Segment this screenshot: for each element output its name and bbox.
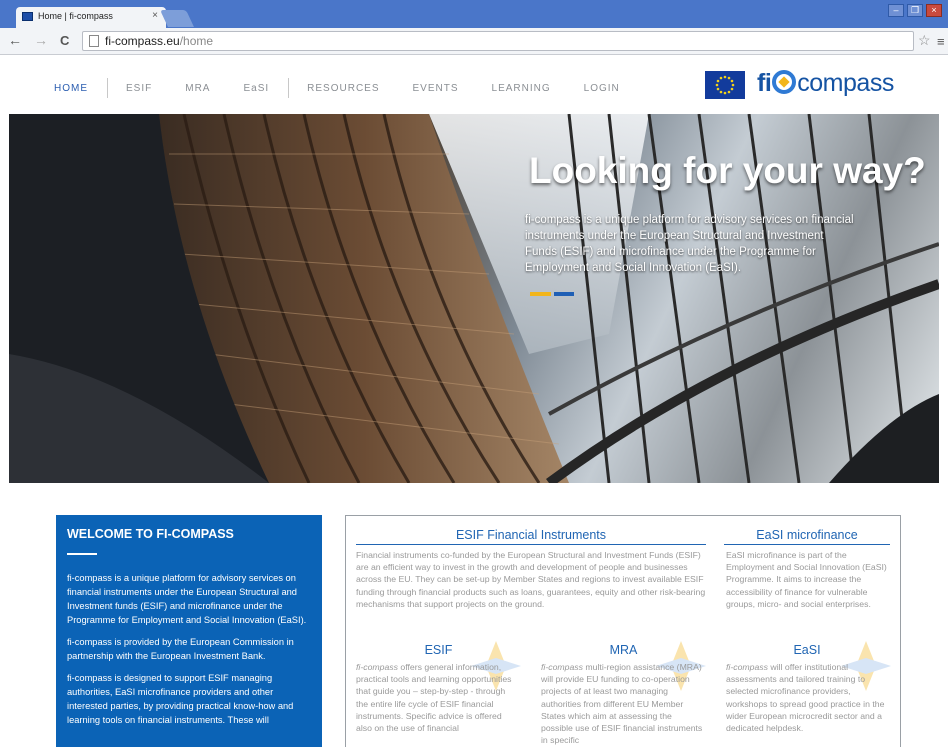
window-controls: – ❐ ×: [888, 4, 942, 17]
address-bar[interactable]: fi-compass.eu/home: [82, 31, 914, 51]
tab-title: Home | fi-compass: [38, 11, 113, 21]
easi-brand: fi-compass: [726, 662, 768, 672]
eu-flag-icon: [705, 71, 745, 99]
mra-text: fi-compass multi-region assistance (MRA)…: [541, 661, 706, 746]
browser-tab-strip: Home | fi-compass × – ❐ ×: [0, 0, 948, 28]
close-window-button[interactable]: ×: [926, 4, 942, 17]
easi-microfinance-title[interactable]: EaSI microfinance: [724, 528, 890, 542]
accent-blue: [553, 292, 574, 296]
url-path: /home: [179, 34, 214, 48]
hero-accent-bar: [530, 292, 574, 296]
browser-tab[interactable]: Home | fi-compass ×: [16, 7, 166, 28]
mra-title[interactable]: MRA: [541, 643, 706, 657]
esif-brand: fi-compass: [356, 662, 398, 672]
back-arrow-icon[interactable]: ←: [8, 32, 22, 48]
hero-title: Looking for your way?: [529, 150, 926, 191]
site-header: HOME ESIF MRA EaSI RESOURCES EVENTS LEAR…: [0, 55, 948, 114]
welcome-paragraph: fi-compass is designed to support ESIF m…: [67, 673, 294, 725]
esif-fi-title[interactable]: ESIF Financial Instruments: [356, 528, 706, 542]
url-host: fi-compass.eu: [105, 34, 180, 48]
tab-close-icon[interactable]: ×: [152, 10, 158, 21]
mra-body: multi-region assistance (MRA) will provi…: [541, 662, 703, 746]
nav-resources[interactable]: RESOURCES: [307, 83, 379, 94]
easi-title[interactable]: EaSI: [724, 643, 890, 657]
maximize-button[interactable]: ❐: [907, 4, 923, 17]
nav-login[interactable]: LOGIN: [584, 83, 620, 94]
nav-learning[interactable]: LEARNING: [492, 83, 551, 94]
nav-divider: [107, 78, 108, 98]
esif-text: fi-compass offers general information, p…: [356, 661, 516, 734]
reload-icon[interactable]: C: [60, 33, 69, 48]
easi-body: will offer institutional assessments and…: [726, 662, 885, 734]
nav-divider: [288, 78, 290, 98]
hero-banner: Looking for your way? fi-compass is a un…: [9, 114, 939, 483]
nav-home[interactable]: HOME: [54, 83, 88, 94]
page-icon: [89, 35, 99, 47]
compass-icon: [772, 70, 797, 94]
browser-toolbar: ← → C fi-compass.eu/home ☆ ≡: [0, 28, 948, 55]
logo-prefix: fi: [757, 69, 772, 97]
welcome-box: WELCOME TO FI-COMPASS fi-compass is a un…: [56, 515, 322, 747]
easi-microfinance-rule: [724, 544, 890, 545]
main-navigation: HOME ESIF MRA EaSI RESOURCES EVENTS LEAR…: [54, 78, 653, 98]
esif-fi-rule: [356, 544, 706, 545]
easi-microfinance-text: EaSI microfinance is part of the Employm…: [726, 550, 887, 609]
esif-body: offers general information, practical to…: [356, 662, 512, 734]
nav-esif[interactable]: ESIF: [126, 83, 152, 94]
bookmark-star-icon[interactable]: ☆: [918, 32, 931, 49]
nav-mra[interactable]: MRA: [185, 83, 210, 94]
mra-brand: fi-compass: [541, 662, 583, 672]
forward-arrow-icon[interactable]: →: [34, 32, 48, 48]
minimize-button[interactable]: –: [888, 4, 904, 17]
esif-fi-text: Financial instruments co-funded by the E…: [356, 550, 706, 609]
fi-compass-logo[interactable]: fi compass: [757, 69, 894, 98]
logo-suffix: compass: [797, 69, 894, 97]
site-favicon-icon: [22, 12, 33, 21]
esif-title[interactable]: ESIF: [356, 643, 521, 657]
welcome-paragraph: fi-compass is provided by the European C…: [67, 637, 294, 661]
nav-easi[interactable]: EaSI: [243, 83, 269, 94]
easi-text: fi-compass will offer institutional asse…: [726, 661, 888, 734]
programmes-panel: ESIF Financial Instruments Financial ins…: [345, 515, 901, 747]
nav-events[interactable]: EVENTS: [413, 83, 459, 94]
welcome-paragraph: fi-compass is a unique platform for advi…: [67, 573, 307, 625]
welcome-divider: [67, 553, 97, 555]
browser-menu-icon[interactable]: ≡: [937, 34, 945, 49]
hero-description: fi-compass is a unique platform for advi…: [525, 214, 854, 274]
accent-yellow: [530, 292, 551, 296]
welcome-title: WELCOME TO FI-COMPASS: [67, 527, 234, 541]
